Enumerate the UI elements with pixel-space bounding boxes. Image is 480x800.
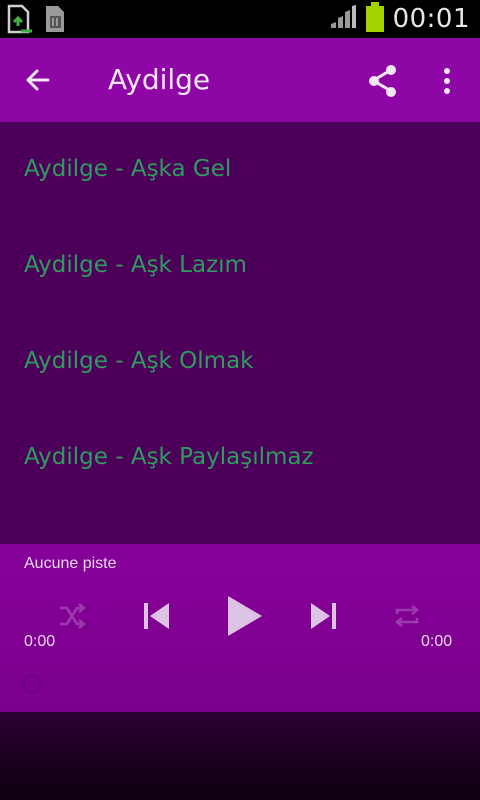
track-label: Aydilge - Aşka Gel	[24, 156, 232, 182]
shuffle-icon[interactable]	[56, 600, 88, 632]
signal-icon	[329, 4, 357, 35]
status-clock: 00:01	[392, 4, 470, 34]
seek-bar-thumb[interactable]	[23, 675, 41, 693]
player-panel: Aucune piste 0:00 0:00	[0, 544, 480, 712]
list-item[interactable]: Aydilge - Aşk Lazım	[0, 218, 480, 314]
list-item[interactable]: Aydilge - Aşk Paylaşılmaz	[0, 410, 480, 506]
track-label: Aydilge - Aşk Olmak	[24, 348, 254, 374]
bottom-area	[0, 712, 480, 800]
sd-card-icon	[42, 4, 68, 39]
duration-time: 0:00	[421, 633, 453, 650]
track-list: Aydilge - Aşka Gel Aydilge - Aşk Lazım A…	[0, 122, 480, 544]
now-playing-label: Aucune piste	[24, 555, 117, 572]
list-item[interactable]: Aydilge - Aşk Olmak	[0, 314, 480, 410]
play-icon[interactable]	[222, 592, 266, 640]
page-title: Aydilge	[108, 63, 211, 96]
share-icon[interactable]	[364, 62, 402, 100]
elapsed-time: 0:00	[24, 633, 56, 650]
status-bar: 00:01	[0, 0, 480, 38]
list-item[interactable]: Aydilge - Aşka Gel	[0, 122, 480, 218]
more-vert-icon[interactable]	[432, 62, 462, 100]
next-icon[interactable]	[306, 598, 342, 634]
battery-icon	[365, 1, 385, 38]
upload-file-icon	[6, 4, 34, 39]
repeat-icon[interactable]	[391, 600, 423, 632]
track-label: Aydilge - Aşk Paylaşılmaz	[24, 444, 314, 470]
back-arrow-icon[interactable]	[20, 62, 56, 98]
previous-icon[interactable]	[138, 598, 174, 634]
app-bar: Aydilge	[0, 38, 480, 122]
track-label: Aydilge - Aşk Lazım	[24, 252, 247, 278]
